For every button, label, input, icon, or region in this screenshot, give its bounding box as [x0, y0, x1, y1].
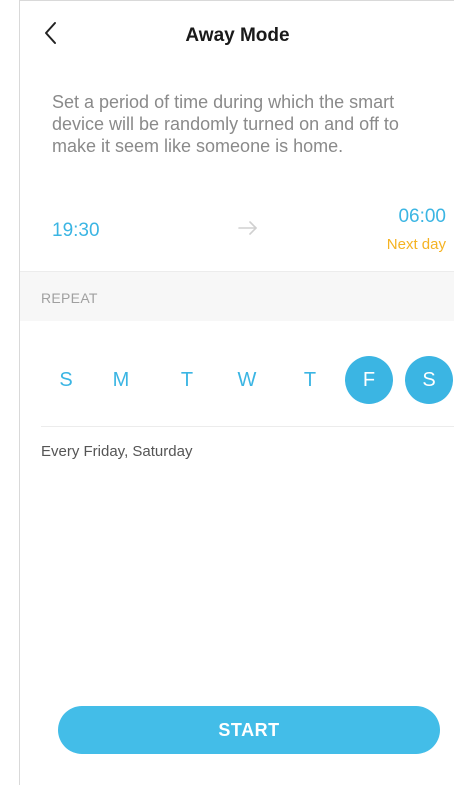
- repeat-summary: Every Friday, Saturday: [41, 443, 193, 460]
- day-tuesday[interactable]: T: [163, 356, 211, 404]
- day-wednesday[interactable]: W: [223, 356, 271, 404]
- description-text: Set a period of time during which the sm…: [52, 92, 399, 156]
- next-day-note: Next day: [386, 236, 446, 253]
- end-time[interactable]: 06:00: [398, 206, 446, 228]
- repeat-label: REPEAT: [41, 290, 98, 306]
- arrow-right-icon: [238, 221, 257, 235]
- day-sunday[interactable]: S: [42, 356, 90, 404]
- day-selector: S M T W T F S: [20, 353, 454, 407]
- time-range-row: 19:30 06:00 Next day: [20, 196, 454, 271]
- page-title: Away Mode: [185, 25, 290, 46]
- day-saturday[interactable]: S: [405, 356, 453, 404]
- repeat-section-header: REPEAT: [20, 271, 454, 321]
- start-button[interactable]: START: [58, 706, 440, 754]
- day-friday[interactable]: F: [345, 356, 393, 404]
- day-thursday[interactable]: T: [286, 356, 334, 404]
- start-time[interactable]: 19:30: [52, 220, 100, 242]
- header: Away Mode: [20, 1, 454, 71]
- day-monday[interactable]: M: [97, 356, 145, 404]
- away-mode-screen: Away Mode Set a period of time during wh…: [19, 0, 454, 785]
- divider: [41, 426, 454, 427]
